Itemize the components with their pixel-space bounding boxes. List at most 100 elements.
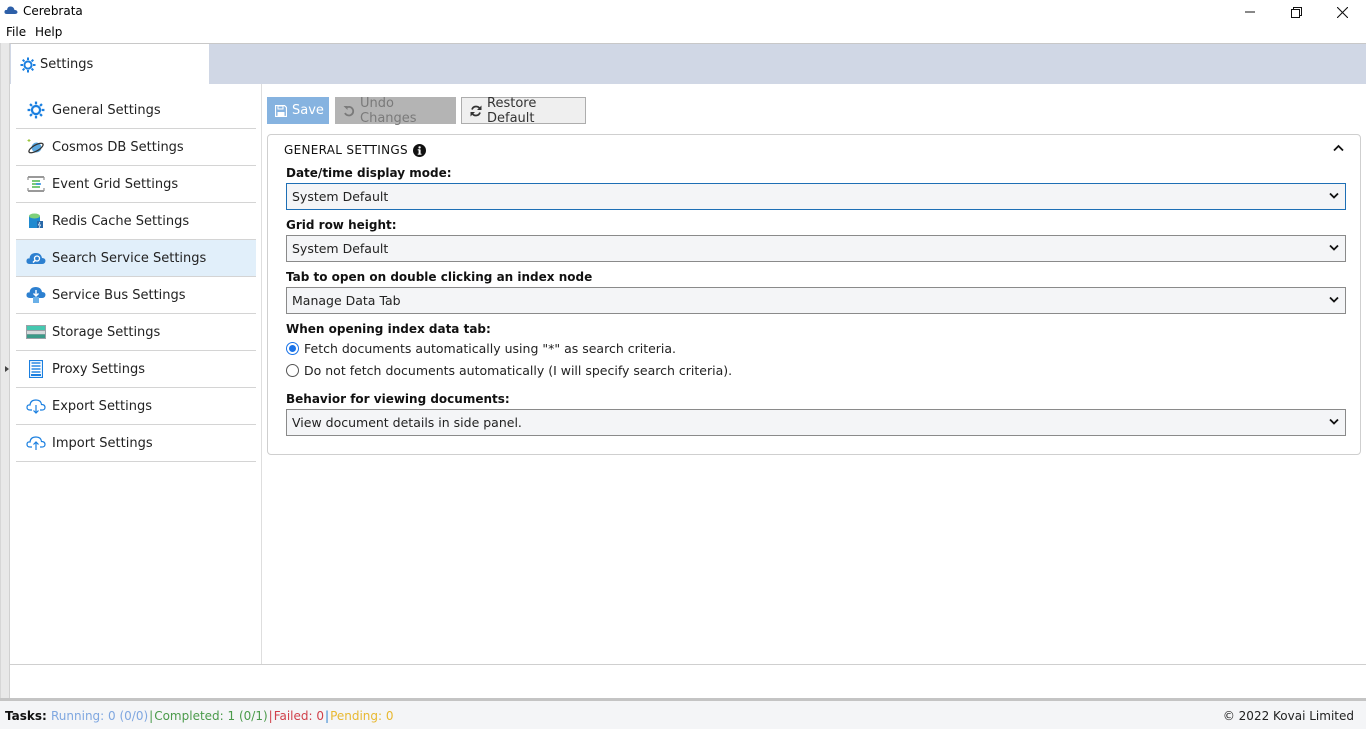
sidebar-item-search-service-settings[interactable]: Search Service Settings xyxy=(16,240,256,277)
gear-icon xyxy=(26,100,46,120)
left-collapse-rail[interactable] xyxy=(0,43,10,698)
chevron-down-icon xyxy=(1329,418,1339,425)
sidebar-item-proxy-settings[interactable]: Proxy Settings xyxy=(16,351,256,388)
sidebar-item-label: Export Settings xyxy=(52,398,153,414)
sidebar-item-label: Service Bus Settings xyxy=(52,287,186,303)
cosmos-db-icon xyxy=(26,137,46,157)
menu-bar: File Help xyxy=(0,24,1366,43)
status-bar: Tasks: Running: 0 (0/0) | Completed: 1 (… xyxy=(0,698,1366,729)
fetch-manual-label: Do not fetch documents automatically (I … xyxy=(304,363,733,378)
restore-button[interactable] xyxy=(1273,0,1319,24)
sidebar-item-event-grid-settings[interactable]: Event Grid Settings xyxy=(16,166,256,203)
sidebar-item-general-settings[interactable]: General Settings xyxy=(16,92,256,129)
datetime-mode-value: System Default xyxy=(292,189,389,204)
sidebar-item-cosmos-db-settings[interactable]: Cosmos DB Settings xyxy=(16,129,256,166)
collapse-panel-button[interactable] xyxy=(1333,141,1344,155)
gear-icon xyxy=(20,57,36,72)
fetch-manual-radio-option[interactable]: Do not fetch documents automatically (I … xyxy=(286,363,732,378)
save-button[interactable]: Save xyxy=(267,97,329,124)
tasks-pending[interactable]: Pending: 0 xyxy=(330,709,393,723)
behavior-viewing-value: View document details in side panel. xyxy=(292,415,522,430)
close-button[interactable] xyxy=(1319,0,1365,24)
storage-icon xyxy=(26,322,46,342)
restore-default-button[interactable]: Restore Default xyxy=(461,95,586,126)
divider: | xyxy=(149,709,154,723)
sidebar-item-label: Storage Settings xyxy=(52,324,161,340)
divider: | xyxy=(325,709,330,723)
datetime-mode-label: Date/time display mode: xyxy=(286,166,452,180)
sidebar-item-label: General Settings xyxy=(52,102,161,118)
behavior-viewing-label: Behavior for viewing documents: xyxy=(286,392,510,406)
tab-settings[interactable]: Settings xyxy=(11,44,209,85)
tab-settings-label: Settings xyxy=(40,57,94,72)
info-icon[interactable] xyxy=(412,143,426,157)
minimize-button[interactable] xyxy=(1227,0,1273,24)
proxy-icon xyxy=(26,359,46,379)
menu-help[interactable]: Help xyxy=(35,25,62,39)
chevron-down-icon xyxy=(1329,192,1339,199)
copyright-text: © 2022 Kovai Limited xyxy=(1222,709,1354,723)
refresh-icon xyxy=(470,105,482,117)
panel-title-text: GENERAL SETTINGS xyxy=(284,143,408,157)
sidebar-item-service-bus-settings[interactable]: Service Bus Settings xyxy=(16,277,256,314)
restore-icon xyxy=(1290,6,1302,18)
radio-unselected[interactable] xyxy=(286,364,299,377)
menu-file[interactable]: File xyxy=(6,25,26,39)
grid-row-height-label: Grid row height: xyxy=(286,218,397,232)
grid-row-height-value: System Default xyxy=(292,241,389,256)
event-grid-icon xyxy=(26,174,46,194)
expand-arrow-icon[interactable] xyxy=(5,366,9,372)
fetch-auto-label: Fetch documents automatically using "*" … xyxy=(304,341,677,356)
tab-strip: Settings xyxy=(10,43,1366,85)
sidebar-item-label: Search Service Settings xyxy=(52,250,207,266)
cloud-icon xyxy=(4,6,18,14)
save-label: Save xyxy=(292,103,324,118)
redis-cache-icon xyxy=(26,211,46,231)
tasks-failed[interactable]: Failed: 0 xyxy=(274,709,324,723)
sidebar-item-label: Event Grid Settings xyxy=(52,176,179,192)
general-settings-panel: GENERAL SETTINGS Date/time display mode:… xyxy=(267,134,1361,455)
bottom-panel xyxy=(10,664,1366,698)
search-service-icon xyxy=(26,248,46,268)
cloud-download-icon xyxy=(26,396,46,416)
tasks-completed[interactable]: Completed: 1 (0/1) xyxy=(154,709,267,723)
sidebar-item-import-settings[interactable]: Import Settings xyxy=(16,425,256,462)
undo-icon xyxy=(343,105,355,117)
sidebar-item-label: Import Settings xyxy=(52,435,153,451)
opening-index-tab-label: When opening index data tab: xyxy=(286,322,491,336)
chevron-down-icon xyxy=(1329,296,1339,303)
grid-row-height-select[interactable]: System Default xyxy=(286,235,1346,262)
sidebar-item-label: Proxy Settings xyxy=(52,361,146,377)
tasks-running[interactable]: Running: 0 (0/0) xyxy=(51,709,148,723)
sidebar-item-redis-cache-settings[interactable]: Redis Cache Settings xyxy=(16,203,256,240)
fetch-auto-radio-option[interactable]: Fetch documents automatically using "*" … xyxy=(286,341,676,356)
sidebar-item-label: Cosmos DB Settings xyxy=(52,139,184,155)
tab-open-value: Manage Data Tab xyxy=(292,293,401,308)
chevron-down-icon xyxy=(1329,244,1339,251)
sidebar-item-storage-settings[interactable]: Storage Settings xyxy=(16,314,256,351)
floppy-disk-icon xyxy=(275,104,287,117)
chevron-up-icon xyxy=(1333,144,1344,152)
sidebar-item-label: Redis Cache Settings xyxy=(52,213,190,229)
tab-open-label: Tab to open on double clicking an index … xyxy=(286,270,593,284)
restore-label: Restore Default xyxy=(487,95,537,126)
window-title: Cerebrata xyxy=(23,4,83,18)
minimize-icon xyxy=(1245,11,1255,13)
close-icon xyxy=(1336,6,1348,18)
settings-content: Save Undo Changes Restore Default GENERA… xyxy=(262,84,1366,664)
radio-selected[interactable] xyxy=(286,342,299,355)
service-bus-icon xyxy=(26,285,46,305)
tasks-label: Tasks xyxy=(5,709,43,723)
datetime-mode-select[interactable]: System Default xyxy=(286,183,1346,210)
tab-open-select[interactable]: Manage Data Tab xyxy=(286,287,1346,314)
task-summary: Tasks: Running: 0 (0/0) | Completed: 1 (… xyxy=(5,709,394,723)
cloud-upload-icon xyxy=(26,433,46,453)
title-bar: Cerebrata xyxy=(0,0,1366,24)
undo-changes-button[interactable]: Undo Changes xyxy=(335,95,456,126)
undo-label: Undo Changes xyxy=(360,95,417,126)
sidebar-item-export-settings[interactable]: Export Settings xyxy=(16,388,256,425)
divider: | xyxy=(268,709,273,723)
settings-sidebar: General Settings Cosmos DB Settings Even… xyxy=(10,84,262,664)
panel-title: GENERAL SETTINGS xyxy=(284,143,426,157)
behavior-viewing-select[interactable]: View document details in side panel. xyxy=(286,409,1346,436)
